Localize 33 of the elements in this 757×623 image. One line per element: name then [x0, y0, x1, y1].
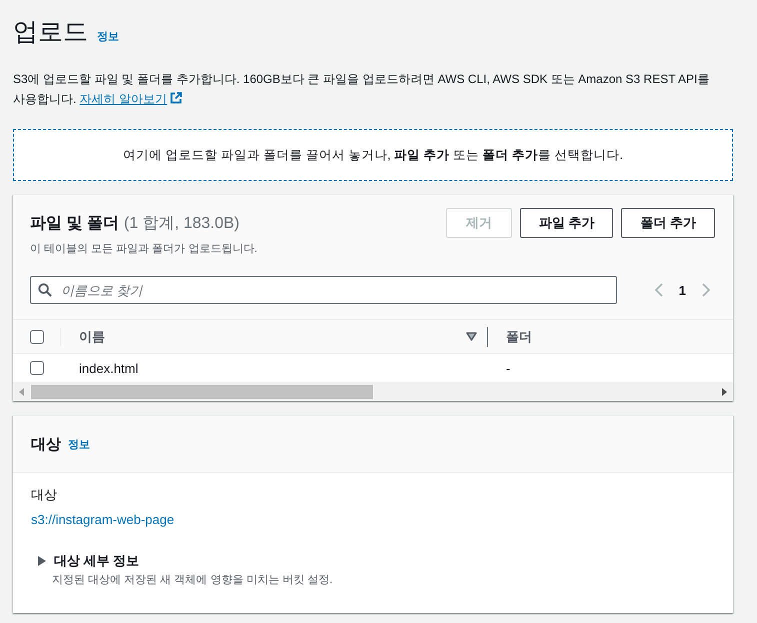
field-label: 대상 [31, 486, 58, 504]
search-field[interactable]: 이름으로 찾기 [30, 276, 617, 304]
name-column-header[interactable]: 이름 [79, 328, 105, 346]
external-link-icon [170, 92, 182, 104]
panel-title: 대상 [31, 434, 61, 454]
details-toggle[interactable]: 대상 세부 정보 [31, 552, 140, 570]
caret-icon [38, 556, 46, 566]
folder-cell-text: - [505, 360, 512, 376]
scroll-right-arrow-icon[interactable] [721, 388, 728, 396]
horizontal-scrollbar[interactable] [13, 382, 733, 401]
search-icon [38, 283, 52, 297]
details-description: 지정된 대상에 저장된 새 객체에 영향을 미치는 버킷 설정. [51, 573, 334, 587]
select-all-checkbox[interactable] [30, 330, 44, 344]
folder-column-header[interactable]: 폴더 [506, 328, 532, 346]
info-link[interactable]: 정보 [68, 436, 90, 452]
file-count: (1 합계, 183.0B) [124, 214, 240, 234]
panel-title: 파일 및 폴더 [30, 214, 119, 234]
scroll-left-arrow-icon[interactable] [18, 388, 25, 396]
add-files-button[interactable]: 파일 추가 [520, 208, 614, 238]
info-link[interactable]: 정보 [97, 29, 119, 44]
file-name-cell-text: index.html [78, 360, 140, 376]
drop-zone[interactable]: 여기에 업로드할 파일과 폴더를 끌어서 놓거나, 파일 추가 또는 폴더 추가를 선택합니다. [13, 129, 733, 181]
bucket-link[interactable]: s3://instagram-web-page [31, 512, 174, 527]
panel-subtitle: 이 테이블의 모든 파일과 폴더가 업로드됩니다. [30, 242, 258, 256]
learn-more-link[interactable]: 자세히 알아보기 [80, 92, 182, 106]
sort-icon[interactable] [466, 332, 477, 341]
add-folder-button[interactable]: 폴더 추가 [621, 208, 715, 238]
row-checkbox[interactable] [30, 361, 44, 375]
page-title: 업로드 [13, 17, 88, 48]
drop-zone-instructions: 여기에 업로드할 파일과 폴더를 끌어서 놓거나, 파일 추가 또는 폴더 추가를 선택합니다. [122, 146, 624, 164]
scrollbar-thumb[interactable] [31, 384, 373, 398]
page-number-button[interactable]: 1 [678, 282, 686, 298]
description-text: S3에 업로드할 파일 및 폴더를 추가합니다. 160GB보다 큰 파일을 업로드하려면 AWS CLI, AWS SDK 또는 Amazon S3 REST API를 사용합니다. 자세히 알아보기 [13, 71, 710, 108]
